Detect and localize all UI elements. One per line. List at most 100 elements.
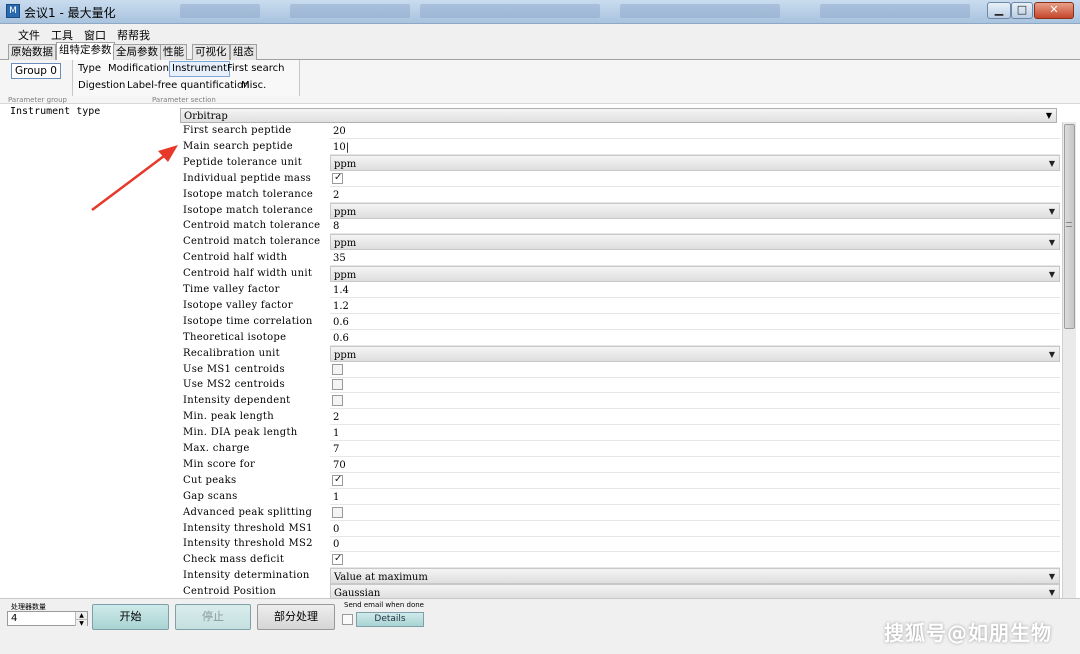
parameter-select[interactable]: ppm ▼ — [330, 154, 1060, 171]
parameter-label: Recalibration unit — [183, 347, 280, 359]
parameter-section-box: Type Modifications Instrument First sear… — [72, 60, 300, 96]
parameter-select[interactable]: Value at maximum ▼ — [330, 568, 1060, 585]
section-misc[interactable]: Misc. — [239, 79, 268, 93]
parameter-select-value: Value at maximum — [334, 572, 428, 584]
parameter-input[interactable]: 20 — [330, 123, 1060, 139]
parameter-input[interactable]: 1.2 — [330, 298, 1060, 314]
close-button[interactable]: ✕ — [1034, 2, 1074, 19]
section-digestion[interactable]: Digestion — [76, 79, 127, 93]
parameter-input[interactable]: 35 — [330, 250, 1060, 267]
parameter-label: Max. charge — [183, 443, 250, 454]
instrument-type-label: Instrument type — [10, 106, 101, 117]
parameter-select-value: ppm — [334, 349, 357, 361]
section-label-free-quantification[interactable]: Label-free quantification — [125, 79, 251, 93]
parameter-row: Intensity threshold MS1 0 — [180, 521, 1060, 537]
parameter-checkbox[interactable]: ✓ — [332, 172, 343, 184]
parameter-input[interactable]: 0 — [330, 536, 1060, 553]
parameter-select[interactable]: Gaussian ▼ — [330, 584, 1060, 598]
send-email-label: Send email when done — [344, 601, 424, 609]
parameter-checkbox-cell[interactable] — [330, 362, 1060, 378]
parameter-select[interactable]: ppm ▼ — [330, 202, 1060, 219]
parameter-input-value: 10| — [333, 141, 350, 153]
processor-count-spinner[interactable]: 4 ▲ ▼ — [7, 611, 88, 627]
send-email-checkbox[interactable] — [342, 614, 353, 625]
parameter-checkbox-cell[interactable] — [330, 505, 1060, 521]
chevron-down-icon: ▼ — [1048, 588, 1055, 598]
parameter-row: Min. peak length 2 — [180, 409, 1060, 426]
section-first-search[interactable]: First search — [225, 62, 286, 76]
window-title: 会议1 - 最大量化 — [24, 6, 116, 20]
parameter-row: Isotope valley factor 1.2 — [180, 298, 1060, 314]
parameter-checkbox-cell[interactable] — [330, 393, 1060, 410]
section-modifications[interactable]: Modifications — [106, 62, 176, 76]
parameter-input[interactable]: 1.4 — [330, 282, 1060, 298]
start-button[interactable]: 开始 — [92, 604, 169, 630]
parameter-input[interactable]: 1 — [330, 425, 1060, 442]
parameter-label: Time valley factor — [183, 284, 280, 295]
spin-down-icon[interactable]: ▼ — [75, 619, 87, 627]
parameter-label: First search peptide — [183, 125, 292, 136]
parameter-input-value: 2 — [333, 189, 340, 201]
menu-help[interactable]: 帮帮我 — [117, 27, 150, 43]
spin-up-icon[interactable]: ▲ — [75, 612, 87, 619]
vertical-scrollbar[interactable] — [1062, 122, 1076, 598]
parameter-row: Peptide tolerance unit ppm ▼ — [180, 154, 1060, 171]
details-button[interactable]: Details — [356, 612, 424, 627]
parameter-checkbox[interactable] — [332, 379, 343, 391]
parameter-label: Theoretical isotope — [183, 331, 287, 343]
parameter-label: Intensity threshold MS1 — [183, 522, 313, 534]
parameter-label: Centroid match tolerance — [183, 236, 321, 248]
chevron-down-icon: ▼ — [1048, 349, 1055, 359]
tab-group-parameters[interactable]: 组特定参数 — [56, 42, 115, 61]
blurred-taskbar-region — [820, 4, 970, 18]
maximize-button[interactable]: □ — [1011, 2, 1033, 19]
parameter-checkbox-cell[interactable] — [330, 377, 1060, 394]
section-type[interactable]: Type — [76, 62, 103, 76]
tab-performance[interactable]: 性能 — [160, 44, 187, 60]
parameter-checkbox-cell[interactable]: ✓ — [330, 552, 1060, 569]
parameter-input-value: 7 — [333, 444, 340, 455]
parameter-input[interactable]: 8 — [330, 218, 1060, 235]
parameter-input[interactable]: 0.6 — [330, 330, 1060, 346]
menu-tools[interactable]: 工具 — [51, 27, 73, 43]
stop-button[interactable]: 停止 — [175, 604, 251, 630]
parameter-input-value: 0.6 — [333, 332, 349, 344]
section-instrument[interactable]: Instrument — [169, 61, 231, 77]
parameter-input[interactable]: 70 — [330, 457, 1060, 473]
main-tabs: 原始数据 组特定参数 全局参数 性能 可视化 组态 — [0, 42, 1080, 61]
partial-processing-button[interactable]: 部分处理 — [257, 604, 335, 630]
menu-window[interactable]: 窗口 — [84, 27, 106, 43]
parameter-checkbox[interactable] — [332, 363, 343, 375]
parameter-select[interactable]: ppm ▼ — [330, 266, 1060, 283]
parameter-row: Theoretical isotope 0.6 — [180, 330, 1060, 346]
parameter-input[interactable]: 1 — [330, 489, 1060, 505]
parameter-checkbox[interactable]: ✓ — [332, 553, 343, 566]
parameter-input[interactable]: 2 — [330, 187, 1060, 203]
parameter-input[interactable]: 2 — [330, 409, 1060, 426]
parameter-input[interactable]: 0.6 — [330, 314, 1060, 330]
parameter-label: Intensity determination — [183, 570, 310, 582]
parameter-select[interactable]: ppm ▼ — [330, 234, 1060, 251]
parameter-checkbox-cell[interactable]: ✓ — [330, 171, 1060, 187]
parameter-checkbox[interactable] — [332, 395, 343, 407]
tab-raw-data[interactable]: 原始数据 — [8, 44, 56, 60]
parameter-input[interactable]: 0 — [330, 521, 1060, 537]
parameter-input[interactable]: 10| — [330, 139, 1060, 155]
chevron-down-icon: ▼ — [1048, 206, 1055, 216]
parameter-row: Main search peptide 10| — [180, 139, 1060, 155]
tab-global-parameters[interactable]: 全局参数 — [113, 44, 161, 60]
parameter-checkbox[interactable]: ✓ — [332, 474, 343, 486]
menu-file[interactable]: 文件 — [18, 27, 40, 43]
parameter-checkbox[interactable] — [332, 506, 343, 518]
parameter-row: Use MS1 centroids — [180, 362, 1060, 378]
instrument-type-select[interactable]: Orbitrap ▼ — [180, 108, 1057, 123]
parameter-checkbox-cell[interactable]: ✓ — [330, 473, 1060, 489]
parameter-input[interactable]: 7 — [330, 441, 1060, 457]
group-0-button[interactable]: Group 0 — [11, 63, 61, 79]
parameter-row: Advanced peak splitting — [180, 505, 1060, 521]
chevron-down-icon: ▼ — [1048, 158, 1055, 168]
tab-visualization[interactable]: 可视化 — [192, 44, 230, 60]
tab-configuration[interactable]: 组态 — [230, 44, 257, 60]
minimize-button[interactable]: ▁ — [987, 2, 1011, 19]
parameter-select[interactable]: ppm ▼ — [330, 345, 1060, 362]
